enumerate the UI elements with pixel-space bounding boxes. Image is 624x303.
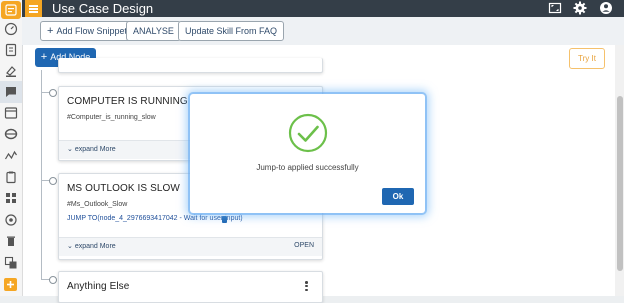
expand-more-label: expand More — [74, 146, 116, 153]
node-title: MS OUTLOOK IS SLOW — [67, 183, 180, 194]
node-card[interactable]: Anything Else — [58, 271, 323, 303]
add-flow-snippet-label: Add Flow Snippet — [56, 26, 127, 36]
try-it-button[interactable]: Try It — [569, 48, 605, 69]
fullscreen-icon[interactable] — [548, 1, 562, 15]
expand-more-link[interactable]: ⌄ expand More — [67, 145, 116, 153]
chevron-down-icon: ⌄ — [67, 243, 75, 250]
jump-to-link[interactable]: JUMP TO(node_4_2976693417042 - Wait for … — [67, 215, 243, 222]
more-options-icon[interactable] — [305, 281, 308, 292]
expand-more-label: expand More — [74, 243, 116, 250]
chevron-down-icon: ⌄ — [67, 146, 75, 153]
status-open[interactable]: OPEN — [294, 242, 314, 249]
update-skill-button[interactable]: Update Skill From FAQ — [178, 21, 285, 41]
database-icon[interactable] — [4, 127, 18, 141]
settings-gear-icon[interactable] — [573, 1, 587, 15]
tree-node-dot — [49, 276, 57, 284]
settings-icon[interactable] — [4, 213, 18, 227]
node-footer: ⌄ expand More OPEN — [59, 237, 322, 256]
apps-icon[interactable] — [4, 191, 18, 205]
node-card-partial — [58, 58, 323, 73]
tree-connector — [41, 70, 43, 280]
node-tag: #Computer_is_running_slow — [67, 114, 156, 121]
scrollbar-thumb[interactable] — [617, 96, 623, 271]
node-tag: #Ms_Outlook_Slow — [67, 201, 128, 208]
add-icon[interactable] — [4, 278, 17, 291]
ok-button[interactable]: Ok — [382, 188, 414, 205]
document-icon[interactable] — [4, 43, 18, 57]
dialog-message: Jump-to applied successfully — [256, 163, 359, 172]
expand-more-link[interactable]: ⌄ expand More — [67, 242, 116, 250]
delete-jump-icon[interactable] — [222, 216, 227, 223]
plus-icon: + — [47, 25, 54, 37]
browser-icon[interactable] — [4, 106, 18, 120]
paint-icon[interactable] — [4, 64, 18, 78]
page-title: Use Case Design — [52, 1, 154, 16]
account-icon[interactable] — [599, 1, 613, 15]
chat-icon[interactable] — [4, 85, 18, 99]
translate-icon[interactable] — [4, 256, 18, 270]
hamburger-menu-icon[interactable] — [25, 0, 42, 17]
tree-node-dot — [49, 177, 57, 185]
analytics-icon[interactable] — [4, 149, 18, 163]
node-title: Anything Else — [67, 281, 130, 292]
clipboard-icon[interactable] — [4, 170, 18, 184]
add-flow-snippet-button[interactable]: + Add Flow Snippet — [40, 21, 134, 41]
dashboard-icon[interactable] — [4, 22, 18, 36]
tree-node-dot — [49, 89, 57, 97]
trash-icon[interactable] — [4, 234, 18, 248]
analyse-button[interactable]: ANALYSE — [126, 21, 181, 41]
plus-icon: + — [40, 51, 48, 63]
success-check-icon — [288, 113, 328, 153]
app-logo[interactable] — [1, 1, 21, 19]
